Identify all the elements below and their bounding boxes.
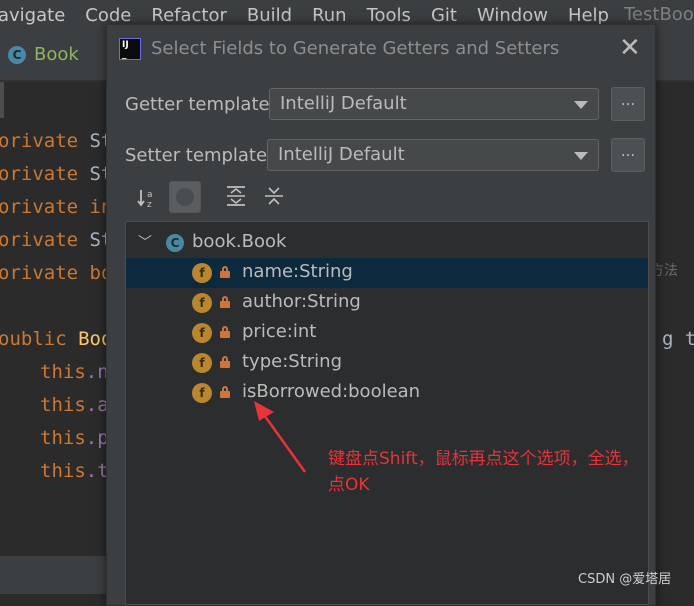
annotation-arrow bbox=[254, 401, 307, 473]
watermark: CSDN @爱塔居 bbox=[578, 572, 672, 587]
annotation-text: 键盘点Shift，鼠标再点这个选项，全选， 点OK bbox=[328, 446, 688, 498]
annotation-line-2: 点OK bbox=[328, 475, 370, 495]
annotation-line-1: 键盘点Shift，鼠标再点这个选项，全选， bbox=[328, 449, 639, 469]
